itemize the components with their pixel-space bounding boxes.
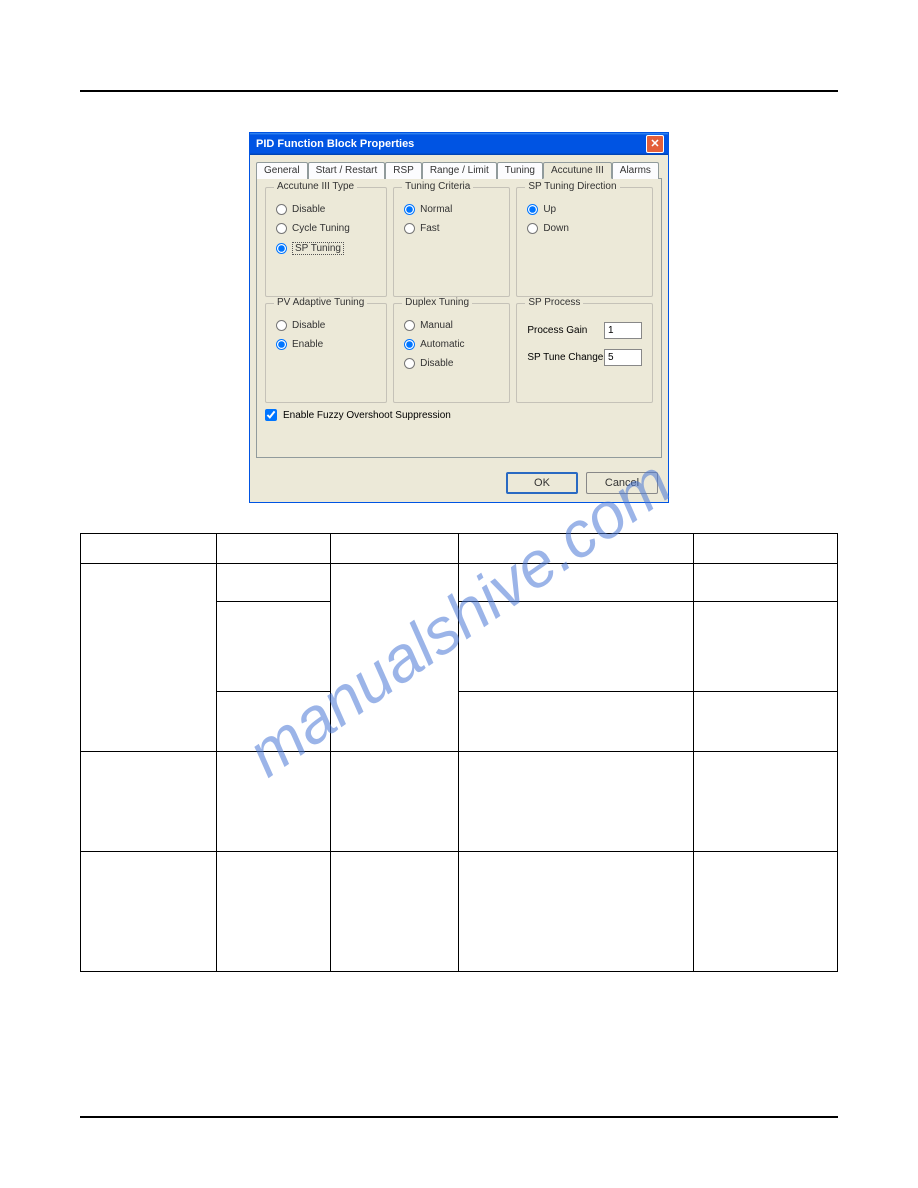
sp-tune-change-input[interactable]: [604, 349, 642, 366]
radio-input[interactable]: [404, 358, 415, 369]
group-accutune-type: Accutune III Type Disable Cycle Tuning S…: [265, 187, 387, 297]
radio-fast[interactable]: Fast: [404, 223, 499, 234]
pid-properties-dialog: PID Function Block Properties ✕ General …: [249, 132, 669, 503]
radio-input[interactable]: [404, 204, 415, 215]
radio-input[interactable]: [527, 204, 538, 215]
titlebar: PID Function Block Properties ✕: [250, 133, 668, 155]
close-icon[interactable]: ✕: [646, 135, 664, 153]
process-gain-label: Process Gain: [527, 325, 587, 336]
tab-alarms[interactable]: Alarms: [612, 162, 659, 179]
radio-cycle-tuning[interactable]: Cycle Tuning: [276, 223, 376, 234]
radio-pv-enable[interactable]: Enable: [276, 339, 376, 350]
group-duplex-tuning: Duplex Tuning Manual Automatic Disable: [393, 303, 510, 403]
radio-disable[interactable]: Disable: [276, 204, 376, 215]
fuzzy-checkbox-label: Enable Fuzzy Overshoot Suppression: [283, 410, 451, 421]
group-pv-adaptive: PV Adaptive Tuning Disable Enable: [265, 303, 387, 403]
radio-input[interactable]: [276, 204, 287, 215]
group-sp-process: SP Process Process Gain SP Tune Change: [516, 303, 653, 403]
bottom-rule: [80, 1116, 838, 1118]
tab-range-limit[interactable]: Range / Limit: [422, 162, 497, 179]
group-legend: Tuning Criteria: [402, 181, 473, 192]
radio-input[interactable]: [527, 223, 538, 234]
radio-up[interactable]: Up: [527, 204, 642, 215]
tab-panel: Accutune III Type Disable Cycle Tuning S…: [256, 178, 662, 458]
tab-general[interactable]: General: [256, 162, 308, 179]
doc-table: [80, 533, 838, 972]
radio-input[interactable]: [276, 243, 287, 254]
radio-duplex-automatic[interactable]: Automatic: [404, 339, 499, 350]
radio-duplex-disable[interactable]: Disable: [404, 358, 499, 369]
radio-pv-disable[interactable]: Disable: [276, 320, 376, 331]
radio-input[interactable]: [276, 223, 287, 234]
fuzzy-checkbox-row[interactable]: Enable Fuzzy Overshoot Suppression: [265, 409, 653, 421]
group-legend: SP Tuning Direction: [525, 181, 619, 192]
tab-tuning[interactable]: Tuning: [497, 162, 543, 179]
tabs: General Start / Restart RSP Range / Limi…: [250, 155, 668, 178]
group-legend: Duplex Tuning: [402, 297, 472, 308]
radio-input[interactable]: [404, 223, 415, 234]
top-rule: [80, 90, 838, 92]
dialog-title: PID Function Block Properties: [256, 138, 646, 150]
radio-input[interactable]: [276, 339, 287, 350]
ok-button[interactable]: OK: [506, 472, 578, 494]
group-sp-tuning-direction: SP Tuning Direction Up Down: [516, 187, 653, 297]
radio-input[interactable]: [404, 339, 415, 350]
radio-normal[interactable]: Normal: [404, 204, 499, 215]
tab-accutune-iii[interactable]: Accutune III: [543, 162, 612, 179]
group-legend: PV Adaptive Tuning: [274, 297, 367, 308]
fuzzy-checkbox[interactable]: [265, 409, 277, 421]
sp-tune-change-label: SP Tune Change: [527, 352, 603, 363]
process-gain-input[interactable]: [604, 322, 642, 339]
radio-input[interactable]: [276, 320, 287, 331]
tab-start-restart[interactable]: Start / Restart: [308, 162, 386, 179]
radio-down[interactable]: Down: [527, 223, 642, 234]
button-bar: OK Cancel: [250, 464, 668, 502]
group-tuning-criteria: Tuning Criteria Normal Fast: [393, 187, 510, 297]
tab-rsp[interactable]: RSP: [385, 162, 422, 179]
group-legend: SP Process: [525, 297, 583, 308]
radio-sp-tuning[interactable]: SP Tuning: [276, 242, 376, 255]
group-legend: Accutune III Type: [274, 181, 357, 192]
radio-input[interactable]: [404, 320, 415, 331]
radio-duplex-manual[interactable]: Manual: [404, 320, 499, 331]
cancel-button[interactable]: Cancel: [586, 472, 658, 494]
